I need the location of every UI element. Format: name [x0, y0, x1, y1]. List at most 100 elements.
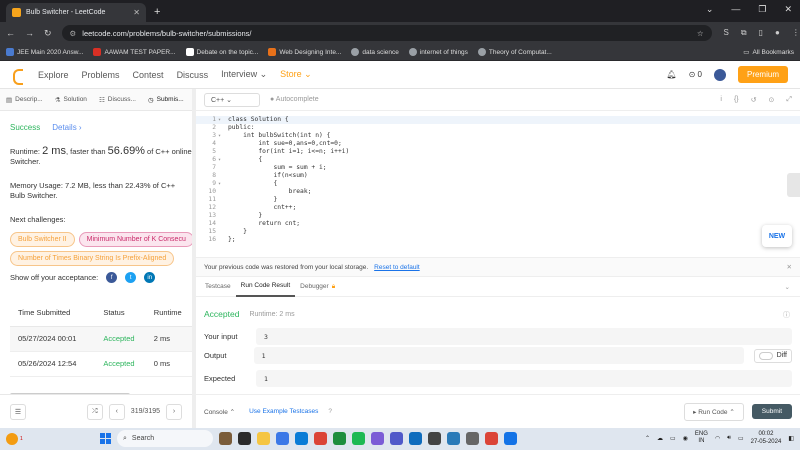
- task-view-icon[interactable]: [238, 432, 251, 445]
- nav-contest[interactable]: Contest: [133, 70, 164, 80]
- nav-discuss[interactable]: Discuss: [177, 70, 209, 80]
- new-tab-button[interactable]: +: [154, 6, 160, 18]
- mail-icon[interactable]: [409, 432, 422, 445]
- bookmark-item[interactable]: Web Designing Inte...: [268, 48, 341, 56]
- console-button[interactable]: Console ⌃: [204, 408, 235, 416]
- forward-arrow-icon[interactable]: →: [25, 28, 34, 39]
- tab-search-icon[interactable]: ⌄: [706, 4, 714, 15]
- code-line[interactable]: 16};: [196, 236, 800, 244]
- prev-problem-button[interactable]: ‹: [108, 403, 125, 420]
- bookmark-item[interactable]: AAWAM TEST PAPER...: [93, 48, 176, 56]
- file-explorer-icon[interactable]: [257, 432, 270, 445]
- fold-arrow-icon[interactable]: ▾: [218, 116, 221, 124]
- linkedin-icon[interactable]: in: [144, 272, 156, 283]
- nav-explore[interactable]: Explore: [38, 70, 69, 80]
- code-editor[interactable]: 1 ▾ class Solution {2 public: 3 ▾ int bulbSwi…: [196, 111, 800, 257]
- list-icon[interactable]: ☰: [10, 403, 26, 420]
- code-line[interactable]: 12 cnt++;: [196, 204, 800, 212]
- weather-icon[interactable]: [6, 433, 18, 445]
- cloud-icon[interactable]: ☁: [657, 435, 663, 442]
- code-line[interactable]: 1 ▾ class Solution {: [196, 116, 800, 124]
- sidepanel-icon[interactable]: ▯: [759, 28, 763, 38]
- code-line[interactable]: 7 sum = sum + i;: [196, 164, 800, 172]
- battery-icon[interactable]: ▭: [738, 435, 744, 442]
- browser-tab[interactable]: Bulb Switcher - LeetCode ✕: [6, 3, 146, 22]
- url-input[interactable]: ⚙ leetcode.com/problems/bulb-switcher/su…: [61, 25, 712, 41]
- facebook-icon[interactable]: f: [106, 272, 118, 283]
- twitter-icon[interactable]: t: [125, 272, 137, 283]
- tab-discuss[interactable]: ☷ Discuss...: [93, 96, 142, 104]
- bookmark-item[interactable]: Debate on the topic...: [185, 48, 258, 56]
- profile-icon[interactable]: ●: [775, 28, 780, 38]
- leetcode-logo-icon[interactable]: [12, 68, 24, 85]
- reset-icon[interactable]: ↺: [751, 96, 757, 104]
- tab-debugger[interactable]: Debugger 🔒︎: [295, 277, 340, 297]
- teams-icon[interactable]: [390, 432, 403, 445]
- tab-submissions[interactable]: ◷ Submis...: [142, 96, 190, 104]
- info-icon[interactable]: ⓘ: [783, 310, 790, 320]
- edge-icon[interactable]: [295, 432, 308, 445]
- volume-icon[interactable]: 🔊︎: [727, 435, 731, 442]
- nav-interview[interactable]: Interview ⌄: [221, 69, 267, 80]
- code-line[interactable]: 5 for(int i=1; i<=n; i++i): [196, 148, 800, 156]
- app-icon[interactable]: [504, 432, 517, 445]
- autocomplete-toggle[interactable]: ● Autocomplete: [270, 96, 319, 103]
- nav-problems[interactable]: Problems: [82, 70, 120, 80]
- run-code-button[interactable]: ▸ Run Code ⌃: [684, 402, 744, 421]
- code-line[interactable]: 13 }: [196, 212, 800, 220]
- wifi-icon[interactable]: ◠: [715, 435, 720, 442]
- braces-icon[interactable]: {}: [734, 96, 739, 104]
- next-problem-button[interactable]: ›: [166, 403, 182, 420]
- code-line[interactable]: 11 }: [196, 196, 800, 204]
- col-time[interactable]: Time Submitted: [10, 300, 96, 327]
- close-window-button[interactable]: ✕: [784, 4, 792, 15]
- clock[interactable]: 00:02 27-05-2024: [751, 430, 782, 446]
- windows-start-icon[interactable]: [100, 433, 111, 444]
- clock-app-icon[interactable]: [428, 432, 441, 445]
- code-line[interactable]: 3 ▾ int bulbSwitch(int n) {: [196, 132, 800, 140]
- settings-icon[interactable]: ⊙: [769, 96, 775, 104]
- bookmark-item[interactable]: data science: [351, 48, 399, 56]
- fullscreen-icon[interactable]: ⤢: [786, 96, 792, 104]
- bookmark-star-icon[interactable]: ☆: [697, 29, 704, 38]
- code-line[interactable]: 9 ▾ {: [196, 180, 800, 188]
- language-select[interactable]: C++ ⌄: [204, 92, 260, 107]
- code-line[interactable]: 14 return cnt;: [196, 220, 800, 228]
- chevron-up-icon[interactable]: ⌃: [645, 435, 650, 442]
- diff-toggle[interactable]: Diff: [753, 348, 792, 363]
- chrome-icon[interactable]: [314, 432, 327, 445]
- toggle-switch[interactable]: [758, 351, 773, 360]
- store-icon[interactable]: [276, 432, 289, 445]
- challenge-chip[interactable]: Bulb Switcher II: [10, 232, 75, 247]
- code-line[interactable]: 6 ▾ {: [196, 156, 800, 164]
- bell-icon[interactable]: 🔔︎: [666, 70, 676, 79]
- tab-close-icon[interactable]: ✕: [133, 8, 140, 17]
- side-panel-handle[interactable]: [787, 173, 800, 197]
- info-icon[interactable]: i: [720, 96, 722, 104]
- all-bookmarks[interactable]: ▭ All Bookmarks: [743, 48, 794, 57]
- bookmark-item[interactable]: Theory of Computat...: [477, 48, 552, 56]
- example-testcases-link[interactable]: Use Example Testcases: [249, 408, 318, 415]
- avatar[interactable]: [713, 68, 726, 81]
- extensions-icon[interactable]: ⧉: [741, 28, 747, 38]
- chevron-down-icon[interactable]: ⌄: [785, 283, 796, 291]
- challenge-chip[interactable]: Number of Times Binary String Is Prefix-…: [10, 251, 175, 266]
- nav-store[interactable]: Store ⌄: [280, 69, 312, 80]
- fold-arrow-icon[interactable]: ▾: [218, 156, 221, 164]
- maximize-button[interactable]: ❐: [758, 4, 766, 15]
- widget-app-icon[interactable]: [219, 432, 232, 445]
- tab-solution[interactable]: ⚗ Solution: [49, 96, 93, 104]
- bookmark-item[interactable]: internet of things: [408, 48, 468, 56]
- site-info-icon[interactable]: ⚙: [70, 29, 77, 38]
- close-icon[interactable]: ✕: [787, 263, 792, 271]
- fold-arrow-icon[interactable]: ▾: [218, 180, 221, 188]
- help-icon[interactable]: ?: [328, 408, 332, 415]
- language-indicator[interactable]: ENG IN: [695, 431, 708, 445]
- fold-arrow-icon[interactable]: ▾: [218, 132, 221, 140]
- col-runtime[interactable]: Runtime: [145, 300, 192, 327]
- code-line[interactable]: 4 int sue=0,ans=0,cnt=0;: [196, 140, 800, 148]
- minimize-button[interactable]: —: [731, 4, 740, 15]
- menu-icon[interactable]: ⋮: [792, 28, 800, 38]
- taskbar-search[interactable]: ⌕ Search: [117, 430, 213, 447]
- reset-default-link[interactable]: Reset to default: [374, 264, 420, 271]
